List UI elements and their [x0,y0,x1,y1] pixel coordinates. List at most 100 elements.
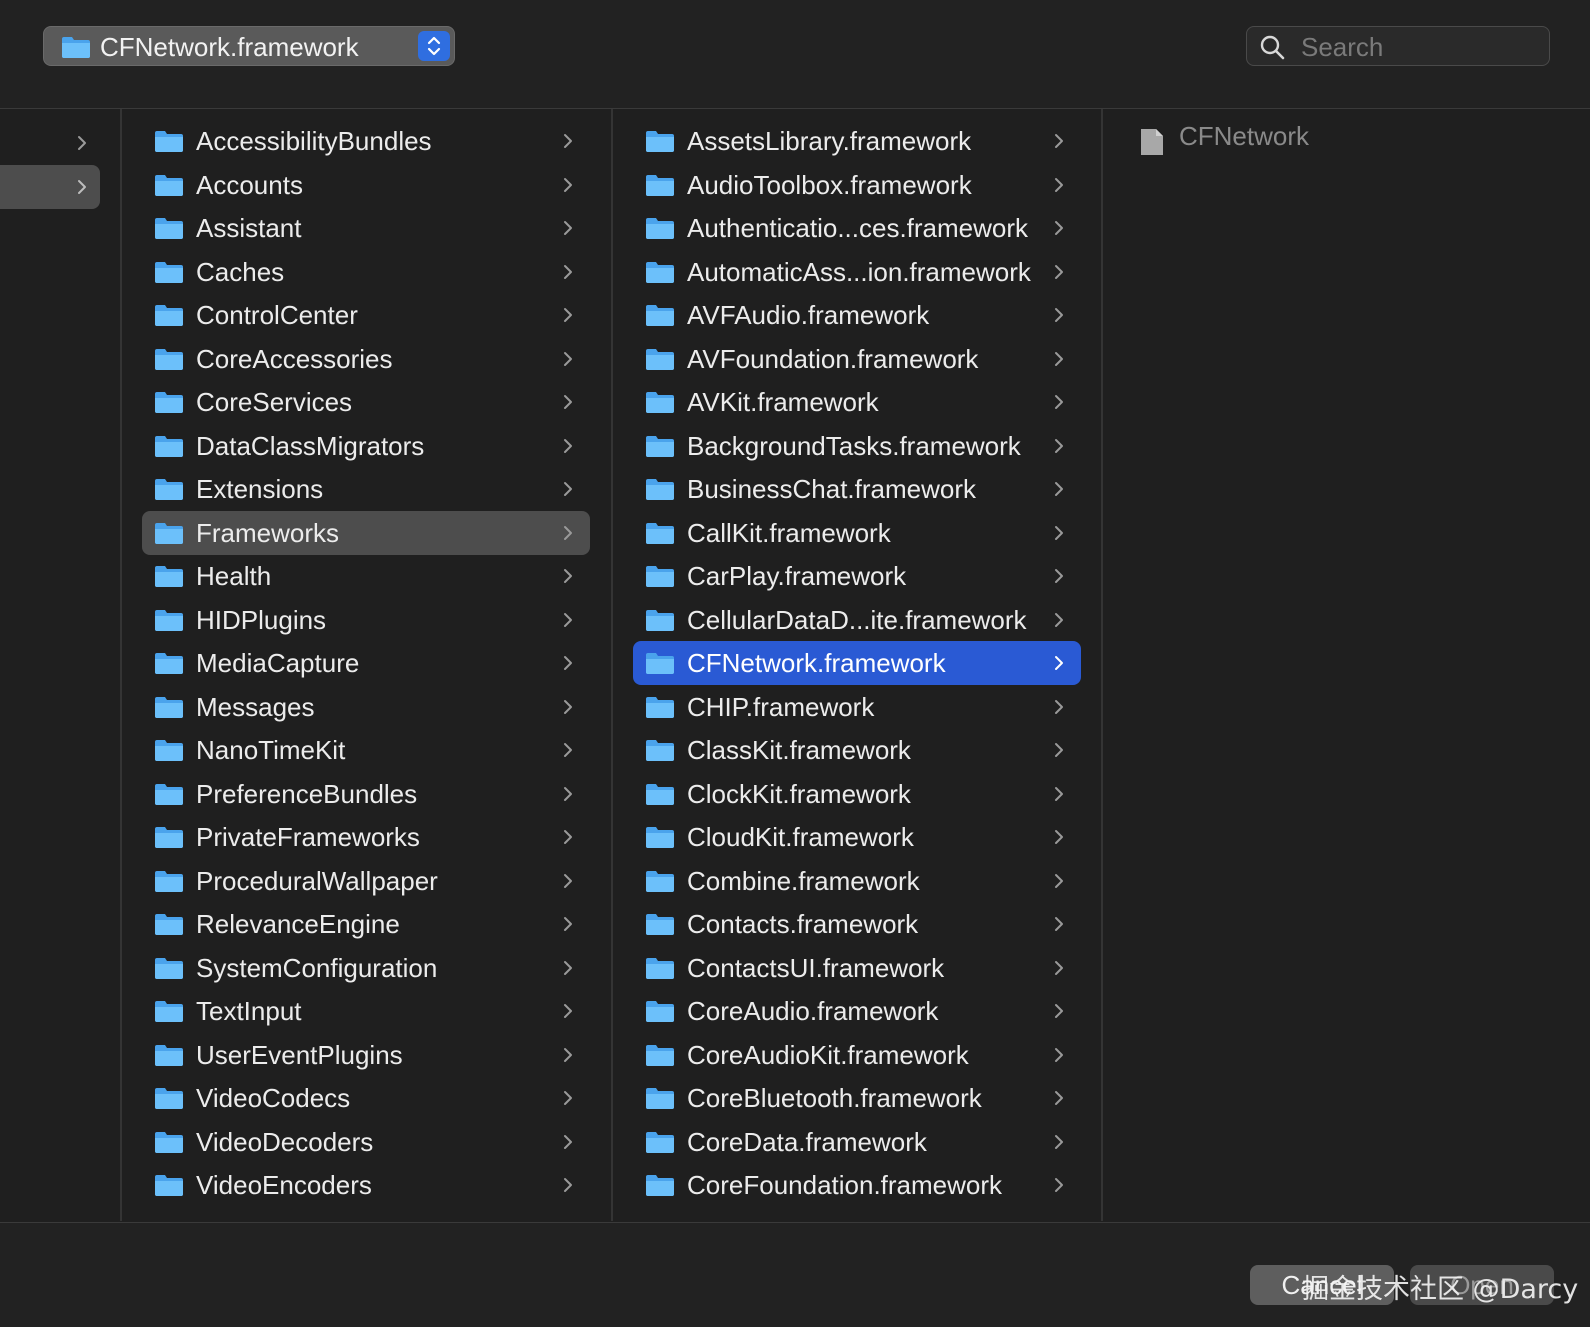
column1-row[interactable]: CoreAccessories [142,337,590,381]
column1-row[interactable]: MediaCapture [142,641,590,685]
chevron-right-icon [562,959,574,982]
column1-row[interactable]: ProceduralWallpaper [142,859,590,903]
chevron-right-icon [562,1176,574,1199]
path-popup-label: CFNetwork.framework [100,32,359,62]
column2-row[interactable]: CHIP.framework [633,685,1081,729]
column2-row[interactable]: AVFAudio.framework [633,293,1081,337]
chevron-right-icon [1053,654,1065,677]
folder-icon [154,1173,184,1202]
column2-row[interactable]: CoreAudioKit.framework [633,1033,1081,1077]
search-input[interactable] [1299,31,1543,63]
folder-icon [154,564,184,593]
folder-icon [645,825,675,854]
column2-row[interactable]: CoreBluetooth.framework [633,1076,1081,1120]
folder-icon [61,35,91,64]
chevron-right-icon [562,915,574,938]
folder-icon [154,608,184,637]
folder-icon [154,999,184,1028]
folder-icon [154,303,184,332]
column1-row-label: AccessibilityBundles [196,126,432,156]
column2-row-label: ClockKit.framework [687,778,911,809]
chevron-right-icon [1053,1089,1065,1112]
column2-row-label: CoreBluetooth.framework [687,1083,982,1113]
column1-row[interactable]: PreferenceBundles [142,772,590,816]
folder-icon [645,869,675,898]
column2-row[interactable]: AVKit.framework [633,380,1081,424]
chevron-right-icon [562,524,574,547]
search-field[interactable] [1246,26,1550,66]
column1-row[interactable]: CoreServices [142,380,590,424]
column1-row[interactable]: Accounts [142,163,590,207]
column1-row[interactable]: Health [142,554,590,598]
column2-row[interactable]: AVFoundation.framework [633,337,1081,381]
column2-row[interactable]: AudioToolbox.framework [633,163,1081,207]
column1-row[interactable]: ControlCenter [142,293,590,337]
column1-row[interactable]: VideoEncoders [142,1163,590,1207]
column2-row[interactable]: CoreFoundation.framework [633,1163,1081,1207]
column2-row-label: BusinessChat.framework [687,474,976,504]
chevron-right-icon [1053,567,1065,590]
column0-row[interactable] [0,121,100,165]
column1-row[interactable]: Caches [142,250,590,294]
chevron-right-icon [562,306,574,329]
column1-row[interactable]: PrivateFrameworks [142,815,590,859]
folder-icon [645,216,675,245]
column1-row[interactable]: NanoTimeKit [142,728,590,772]
column2-row[interactable]: Combine.framework [633,859,1081,903]
column1-row-label: TextInput [196,996,302,1026]
column2-row[interactable]: Authenticatio...ces.framework [633,206,1081,250]
chevron-right-icon [1053,306,1065,329]
column2-row[interactable]: ContactsUI.framework [633,946,1081,990]
folder-icon [645,521,675,550]
column1-row[interactable]: UserEventPlugins [142,1033,590,1077]
path-popup-button[interactable]: CFNetwork.framework [43,26,455,66]
folder-icon [645,1173,675,1202]
column2-row[interactable]: CellularDataD...ite.framework [633,598,1081,642]
chevron-right-icon [562,1046,574,1069]
column1-row[interactable]: VideoCodecs [142,1076,590,1120]
chevron-right-icon [562,219,574,242]
column1-row[interactable]: AccessibilityBundles [142,119,590,163]
column1-row-label: Messages [196,691,315,722]
column2-row[interactable]: CoreAudio.framework [633,989,1081,1033]
column2-row[interactable]: ClockKit.framework [633,772,1081,816]
column1-row[interactable]: RelevanceEngine [142,902,590,946]
column1-row[interactable]: HIDPlugins [142,598,590,642]
folder-icon [154,1043,184,1072]
column-3-preview: CFNetwork [1103,109,1590,1221]
column2-row-label: AudioToolbox.framework [687,169,972,200]
column2-row[interactable]: Contacts.framework [633,902,1081,946]
folder-icon [645,782,675,811]
column2-row[interactable]: ClassKit.framework [633,728,1081,772]
column1-row-label: UserEventPlugins [196,1039,403,1070]
folder-icon [154,521,184,550]
column1-row[interactable]: DataClassMigrators [142,424,590,468]
folder-icon [154,782,184,811]
file-name[interactable]: CFNetwork [1179,121,1309,152]
column1-row[interactable]: TextInput [142,989,590,1033]
folder-icon [154,216,184,245]
column2-row-label: CallKit.framework [687,517,891,548]
column2-row[interactable]: CallKit.framework [633,511,1081,555]
column2-row[interactable]: CloudKit.framework [633,815,1081,859]
column1-row[interactable]: SystemConfiguration [142,946,590,990]
column1-row[interactable]: Messages [142,685,590,729]
column2-row[interactable]: BackgroundTasks.framework [633,424,1081,468]
chevron-right-icon [562,393,574,416]
column2-row[interactable]: CoreData.framework [633,1120,1081,1164]
column0-row-selected[interactable] [0,165,100,209]
column1-row[interactable]: Extensions [142,467,590,511]
column2-row-label: CoreFoundation.framework [687,1170,1003,1200]
column1-row[interactable]: Assistant [142,206,590,250]
column1-row[interactable]: Frameworks [142,510,590,555]
column2-row[interactable]: CarPlay.framework [633,554,1081,598]
folder-icon [154,738,184,767]
column2-row[interactable]: BusinessChat.framework [633,467,1081,511]
column-2: AssetsLibrary.framework AudioToolbox.fram… [613,109,1101,1221]
column1-row[interactable]: VideoDecoders [142,1120,590,1164]
column2-row[interactable]: AssetsLibrary.framework [633,119,1081,163]
document-icon [1139,127,1165,162]
column2-row[interactable]: AutomaticAss...ion.framework [633,250,1081,294]
chevron-right-icon [562,437,574,460]
column2-row[interactable]: CFNetwork.framework [633,641,1081,685]
